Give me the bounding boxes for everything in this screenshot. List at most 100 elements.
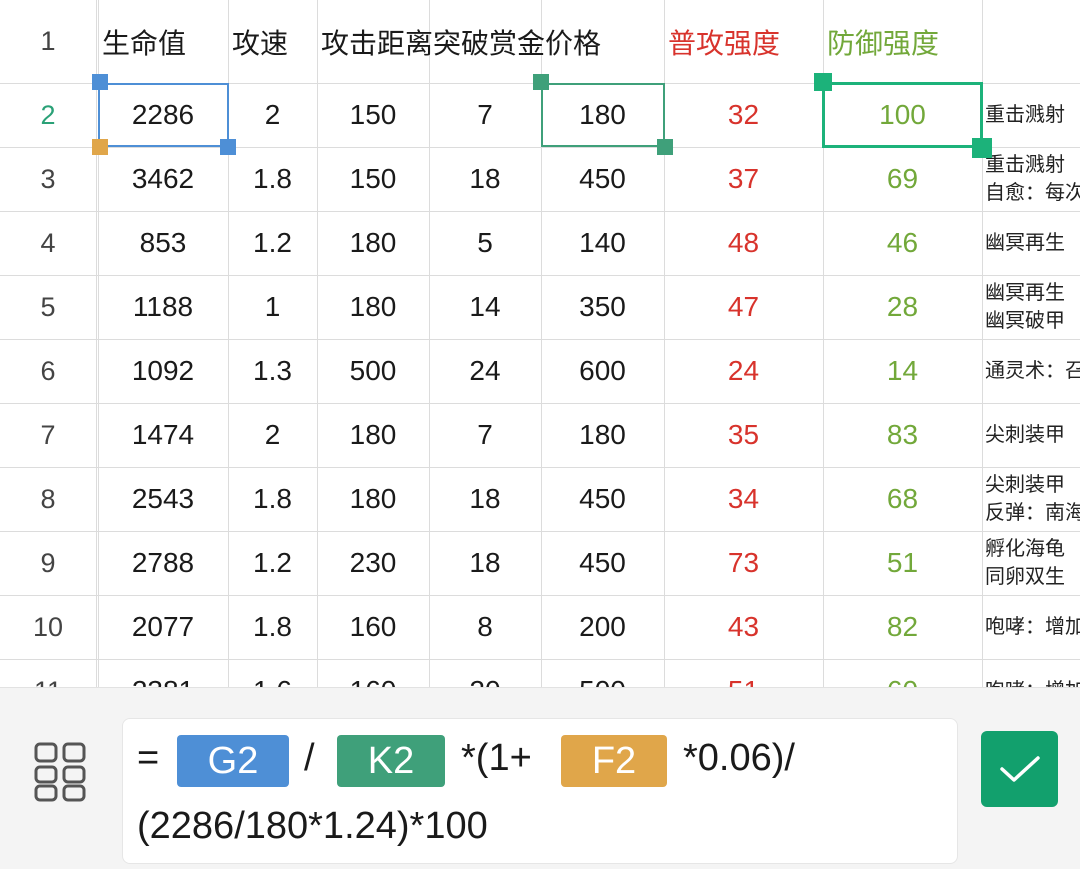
cell-defense-strength[interactable]: 68 (823, 467, 982, 531)
cell-defense-strength[interactable]: 82 (823, 595, 982, 659)
header-attack-strength[interactable]: 普攻强度 (664, 0, 827, 83)
row-number-7[interactable]: 7 (0, 403, 96, 467)
cell-price[interactable]: 140 (541, 211, 664, 275)
formula-ref-f2[interactable]: F2 (561, 735, 667, 787)
cell-attack-range[interactable]: 180 (317, 467, 429, 531)
cell-attack-range[interactable]: 150 (317, 147, 429, 211)
cell-bounty[interactable]: 18 (429, 467, 541, 531)
cell-attack-range[interactable]: 160 (317, 659, 429, 687)
row-number-8[interactable]: 8 (0, 467, 96, 531)
cell-skill[interactable]: 孵化海龟 同卵双生 (983, 531, 1080, 595)
header-hp[interactable]: 生命值 (98, 0, 232, 83)
cell-skill[interactable]: 尖刺装甲 反弹：南海 (983, 467, 1080, 531)
cell-hp[interactable]: 2543 (98, 467, 228, 531)
cell-attack-strength[interactable]: 35 (664, 403, 823, 467)
cell-attack-strength[interactable]: 37 (664, 147, 823, 211)
spreadsheet-grid[interactable]: 1 生命值 攻速 攻击距离 突破赏金 价格 普攻强度 防御强度 2 2286 2 15… (0, 0, 1080, 687)
selection-handle[interactable] (220, 139, 236, 155)
header-attack-range[interactable]: 攻击距离 (317, 0, 433, 83)
cell-bounty[interactable]: 18 (429, 147, 541, 211)
cell-price[interactable]: 450 (541, 147, 664, 211)
cell-attack-range[interactable]: 500 (317, 339, 429, 403)
selection-handle[interactable] (533, 74, 549, 90)
cell-attack-speed[interactable]: 1.6 (228, 659, 317, 687)
cell-defense-strength[interactable]: 28 (823, 275, 982, 339)
cell-bounty[interactable]: 24 (429, 339, 541, 403)
cell-skill[interactable]: 咆哮：增加 (983, 595, 1080, 659)
selection-handle[interactable] (92, 74, 108, 90)
active-cell-selection[interactable] (822, 82, 983, 148)
row-number-10[interactable]: 10 (0, 595, 96, 659)
row-number-11[interactable]: 11 (0, 659, 96, 688)
row-number-3[interactable]: 3 (0, 147, 96, 211)
cell-defense-strength[interactable]: 69 (823, 147, 982, 211)
cell-bounty[interactable]: 14 (429, 275, 541, 339)
function-grid-icon[interactable] (30, 740, 92, 802)
cell-attack-range[interactable]: 180 (317, 211, 429, 275)
cell-skill[interactable]: 通灵术：召 (983, 339, 1080, 403)
cell-price[interactable]: 180 (541, 403, 664, 467)
cell-bounty[interactable]: 8 (429, 595, 541, 659)
cell-attack-range[interactable]: 160 (317, 595, 429, 659)
header-price[interactable]: 价格 (541, 0, 668, 83)
cell-bounty[interactable]: 20 (429, 659, 541, 687)
cell-attack-strength[interactable]: 73 (664, 531, 823, 595)
cell-attack-speed[interactable]: 1.8 (228, 595, 317, 659)
row-number-6[interactable]: 6 (0, 339, 96, 403)
row-number-5[interactable]: 5 (0, 275, 96, 339)
cell-attack-range[interactable]: 180 (317, 403, 429, 467)
cell-attack-speed[interactable]: 1.2 (228, 531, 317, 595)
cell-bounty[interactable]: 7 (429, 403, 541, 467)
cell-defense-strength[interactable]: 46 (823, 211, 982, 275)
cell-skill[interactable]: 幽冥再生 幽冥破甲 (983, 275, 1080, 339)
cell-defense-strength[interactable]: 14 (823, 339, 982, 403)
cell-price[interactable]: 450 (541, 467, 664, 531)
cell-defense-strength[interactable]: 83 (823, 403, 982, 467)
cell-hp[interactable]: 1188 (98, 275, 228, 339)
selection-handle[interactable] (92, 139, 108, 155)
cell-skill[interactable]: 尖刺装甲 (983, 403, 1080, 467)
cell-attack-strength[interactable]: 48 (664, 211, 823, 275)
cell-hp[interactable]: 3462 (98, 147, 228, 211)
row-number-1[interactable]: 1 (0, 0, 96, 83)
cell-attack-range[interactable]: 150 (317, 83, 429, 147)
row-number-2[interactable]: 2 (0, 83, 96, 147)
row-number-4[interactable]: 4 (0, 211, 96, 275)
cell-bounty[interactable]: 7 (429, 83, 541, 147)
row-number-9[interactable]: 9 (0, 531, 96, 595)
cell-hp[interactable]: 2077 (98, 595, 228, 659)
cell-hp[interactable]: 2381 (98, 659, 228, 687)
fill-handle[interactable] (972, 138, 992, 158)
cell-price[interactable]: 500 (541, 659, 664, 687)
cell-hp[interactable]: 853 (98, 211, 228, 275)
cell-attack-strength[interactable]: 51 (664, 659, 823, 687)
selection-handle[interactable] (657, 139, 673, 155)
cell-attack-speed[interactable]: 1 (228, 275, 317, 339)
cell-skill[interactable]: 重击溅射 自愈：每次 (983, 147, 1080, 211)
cell-price[interactable]: 450 (541, 531, 664, 595)
cell-attack-strength[interactable]: 47 (664, 275, 823, 339)
cell-attack-speed[interactable]: 2 (228, 83, 317, 147)
cell-defense-strength[interactable]: 60 (823, 659, 982, 687)
cell-skill[interactable]: 咆哮：增加 (983, 659, 1080, 687)
cell-attack-strength[interactable]: 24 (664, 339, 823, 403)
cell-attack-strength[interactable]: 34 (664, 467, 823, 531)
cell-hp[interactable]: 2788 (98, 531, 228, 595)
cell-skill[interactable]: 重击溅射 (983, 83, 1080, 147)
cell-skill[interactable]: 幽冥再生 (983, 211, 1080, 275)
selection-handle[interactable] (814, 73, 832, 91)
cell-attack-speed[interactable]: 1.2 (228, 211, 317, 275)
cell-attack-strength[interactable]: 43 (664, 595, 823, 659)
cell-bounty[interactable]: 18 (429, 531, 541, 595)
cell-hp[interactable]: 1092 (98, 339, 228, 403)
cell-attack-range[interactable]: 230 (317, 531, 429, 595)
cell-attack-speed[interactable]: 1.8 (228, 467, 317, 531)
formula-ref-k2[interactable]: K2 (337, 735, 445, 787)
cell-attack-range[interactable]: 180 (317, 275, 429, 339)
cell-price[interactable]: 200 (541, 595, 664, 659)
cell-attack-speed[interactable]: 1.3 (228, 339, 317, 403)
formula-input[interactable]: = G2 / K2 *(1+ F2 *0.06)/ (2286/180*1.24… (122, 718, 958, 864)
cell-price[interactable]: 350 (541, 275, 664, 339)
cell-hp[interactable]: 1474 (98, 403, 228, 467)
cell-attack-strength[interactable]: 32 (664, 83, 823, 147)
